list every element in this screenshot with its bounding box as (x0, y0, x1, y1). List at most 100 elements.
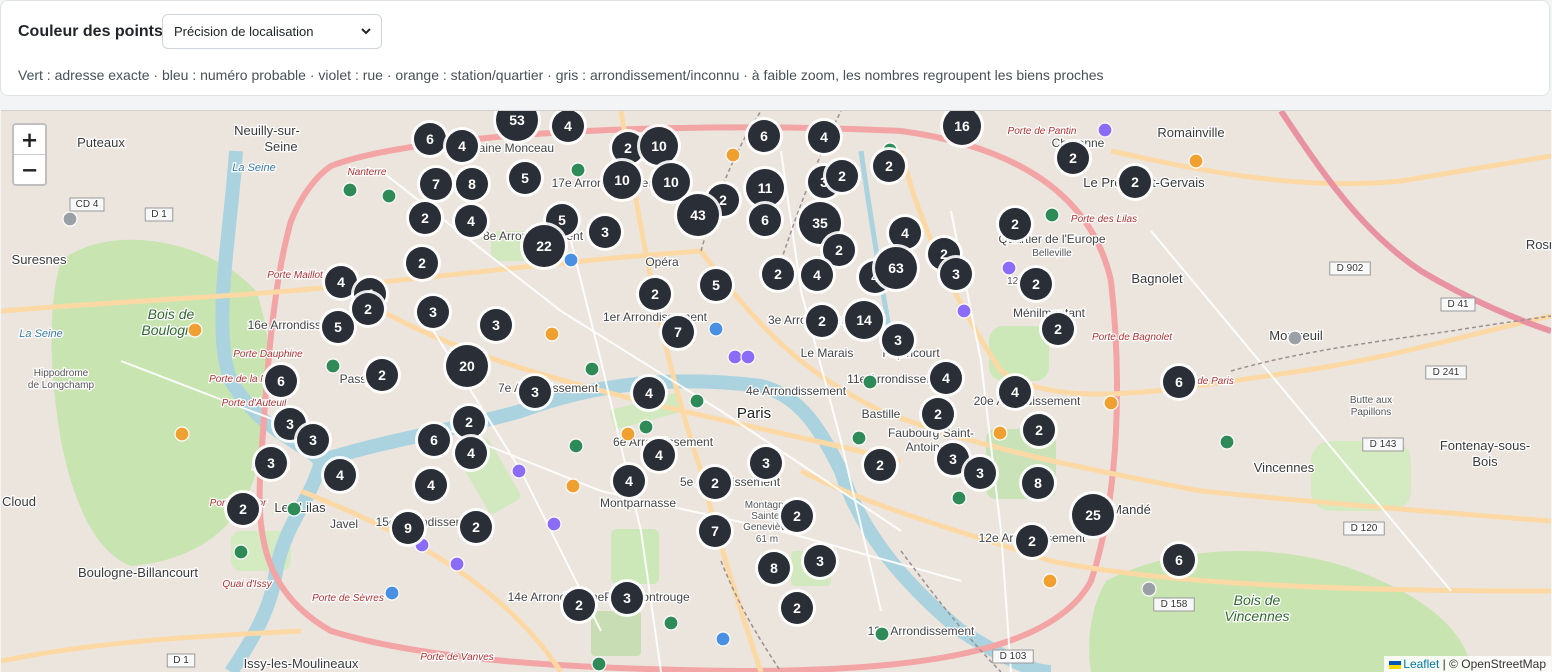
marker-cluster[interactable]: 2 (861, 446, 899, 484)
marker-street[interactable] (956, 303, 972, 319)
marker-unknown[interactable] (62, 211, 78, 227)
marker-cluster[interactable]: 22 (520, 222, 568, 270)
zoom-in-button[interactable]: + (14, 125, 45, 154)
marker-cluster[interactable]: 3 (252, 444, 290, 482)
marker-cluster[interactable]: 3 (586, 213, 624, 251)
marker-cluster[interactable]: 8 (1019, 464, 1057, 502)
marker-cluster[interactable]: 6 (1160, 541, 1198, 579)
marker-exact[interactable] (342, 182, 358, 198)
marker-street[interactable] (1097, 122, 1113, 138)
marker-exact[interactable] (951, 490, 967, 506)
marker-exact[interactable] (689, 393, 705, 409)
marker-cluster[interactable]: 3 (801, 542, 839, 580)
marker-street[interactable] (727, 349, 743, 365)
marker-cluster[interactable]: 7 (659, 313, 697, 351)
marker-exact[interactable] (638, 419, 654, 435)
marker-cluster[interactable]: 3 (747, 444, 785, 482)
marker-cluster[interactable]: 2 (1020, 411, 1058, 449)
marker-cluster[interactable]: 2 (403, 244, 441, 282)
marker-cluster[interactable]: 2 (778, 497, 816, 535)
marker-probable[interactable] (708, 321, 724, 337)
marker-cluster[interactable]: 4 (412, 466, 450, 504)
marker-cluster[interactable]: 2 (759, 255, 797, 293)
zoom-out-button[interactable]: − (14, 155, 45, 184)
marker-cluster[interactable]: 2 (1013, 522, 1051, 560)
marker-station[interactable] (725, 147, 741, 163)
marker-cluster[interactable]: 4 (927, 359, 965, 397)
marker-probable[interactable] (384, 585, 400, 601)
map-container[interactable]: Puteaux Neuilly-sur- Seine Suresnes Bois de B… (1, 110, 1551, 672)
marker-station[interactable] (187, 322, 203, 338)
marker-cluster[interactable]: 6 (411, 120, 449, 158)
marker-cluster[interactable]: 4 (443, 127, 481, 165)
marker-street[interactable] (1001, 260, 1017, 276)
marker-cluster[interactable]: 14 (842, 298, 886, 342)
osm-attribution[interactable]: OpenStreetMap (1461, 657, 1546, 671)
marker-exact[interactable] (874, 626, 890, 642)
marker-cluster[interactable]: 4 (798, 256, 836, 294)
marker-cluster[interactable]: 2 (996, 205, 1034, 243)
marker-exact[interactable] (568, 438, 584, 454)
marker-exact[interactable] (663, 615, 679, 631)
marker-station[interactable] (1103, 395, 1119, 411)
marker-cluster[interactable]: 4 (452, 202, 490, 240)
marker-exact[interactable] (862, 374, 878, 390)
marker-cluster[interactable]: 2 (1039, 310, 1077, 348)
marker-cluster[interactable]: 4 (805, 118, 843, 156)
marker-station[interactable] (620, 426, 636, 442)
marker-cluster[interactable]: 3 (961, 454, 999, 492)
marker-cluster[interactable]: 2 (457, 508, 495, 546)
marker-exact[interactable] (1219, 434, 1235, 450)
marker-cluster[interactable]: 3 (477, 306, 515, 344)
marker-cluster[interactable]: 3 (608, 579, 646, 617)
marker-cluster[interactable]: 5 (319, 308, 357, 346)
marker-station[interactable] (174, 426, 190, 442)
marker-street[interactable] (511, 463, 527, 479)
marker-exact[interactable] (325, 358, 341, 374)
marker-exact[interactable] (1044, 207, 1060, 223)
marker-cluster[interactable]: 43 (674, 191, 722, 239)
marker-cluster[interactable]: 10 (600, 158, 644, 202)
marker-station[interactable] (544, 326, 560, 342)
marker-cluster[interactable]: 3 (294, 421, 332, 459)
marker-street[interactable] (449, 556, 465, 572)
marker-cluster[interactable]: 6 (415, 421, 453, 459)
marker-cluster[interactable]: 2 (870, 147, 908, 185)
marker-cluster[interactable]: 20 (443, 342, 491, 390)
marker-station[interactable] (1042, 573, 1058, 589)
marker-station[interactable] (992, 425, 1008, 441)
marker-cluster[interactable]: 2 (406, 199, 444, 237)
marker-cluster[interactable]: 7 (696, 512, 734, 550)
marker-cluster[interactable]: 2 (803, 302, 841, 340)
marker-cluster[interactable]: 25 (1069, 491, 1117, 539)
marker-station[interactable] (565, 478, 581, 494)
marker-cluster[interactable]: 2 (224, 490, 262, 528)
marker-cluster[interactable]: 2 (363, 356, 401, 394)
marker-exact[interactable] (233, 544, 249, 560)
marker-cluster[interactable]: 6 (746, 201, 784, 239)
marker-cluster[interactable]: 3 (516, 373, 554, 411)
marker-cluster[interactable]: 3 (937, 255, 975, 293)
marker-exact[interactable] (570, 162, 586, 178)
marker-cluster[interactable]: 9 (389, 509, 427, 547)
map-tiles[interactable]: Puteaux Neuilly-sur-Seine Suresnes Bois de B… (1, 111, 1551, 672)
marker-exact[interactable] (286, 501, 302, 517)
marker-street[interactable] (546, 516, 562, 532)
marker-cluster[interactable]: 2 (560, 586, 598, 624)
color-mode-select[interactable]: Précision de localisation (162, 14, 382, 49)
marker-cluster[interactable]: 63 (872, 244, 920, 292)
marker-cluster[interactable]: 8 (755, 549, 793, 587)
marker-unknown[interactable] (1141, 581, 1157, 597)
marker-cluster[interactable]: 3 (879, 321, 917, 359)
marker-cluster[interactable]: 2 (778, 589, 816, 627)
marker-cluster[interactable]: 5 (697, 266, 735, 304)
marker-cluster[interactable]: 4 (610, 462, 648, 500)
marker-station[interactable] (1188, 153, 1204, 169)
marker-exact[interactable] (591, 656, 607, 672)
marker-cluster[interactable]: 2 (636, 275, 674, 313)
marker-cluster[interactable]: 2 (823, 157, 861, 195)
marker-unknown[interactable] (1287, 330, 1303, 346)
marker-cluster[interactable]: 2 (1116, 163, 1154, 201)
marker-cluster[interactable]: 2 (919, 395, 957, 433)
leaflet-link[interactable]: Leaflet (1403, 657, 1439, 671)
